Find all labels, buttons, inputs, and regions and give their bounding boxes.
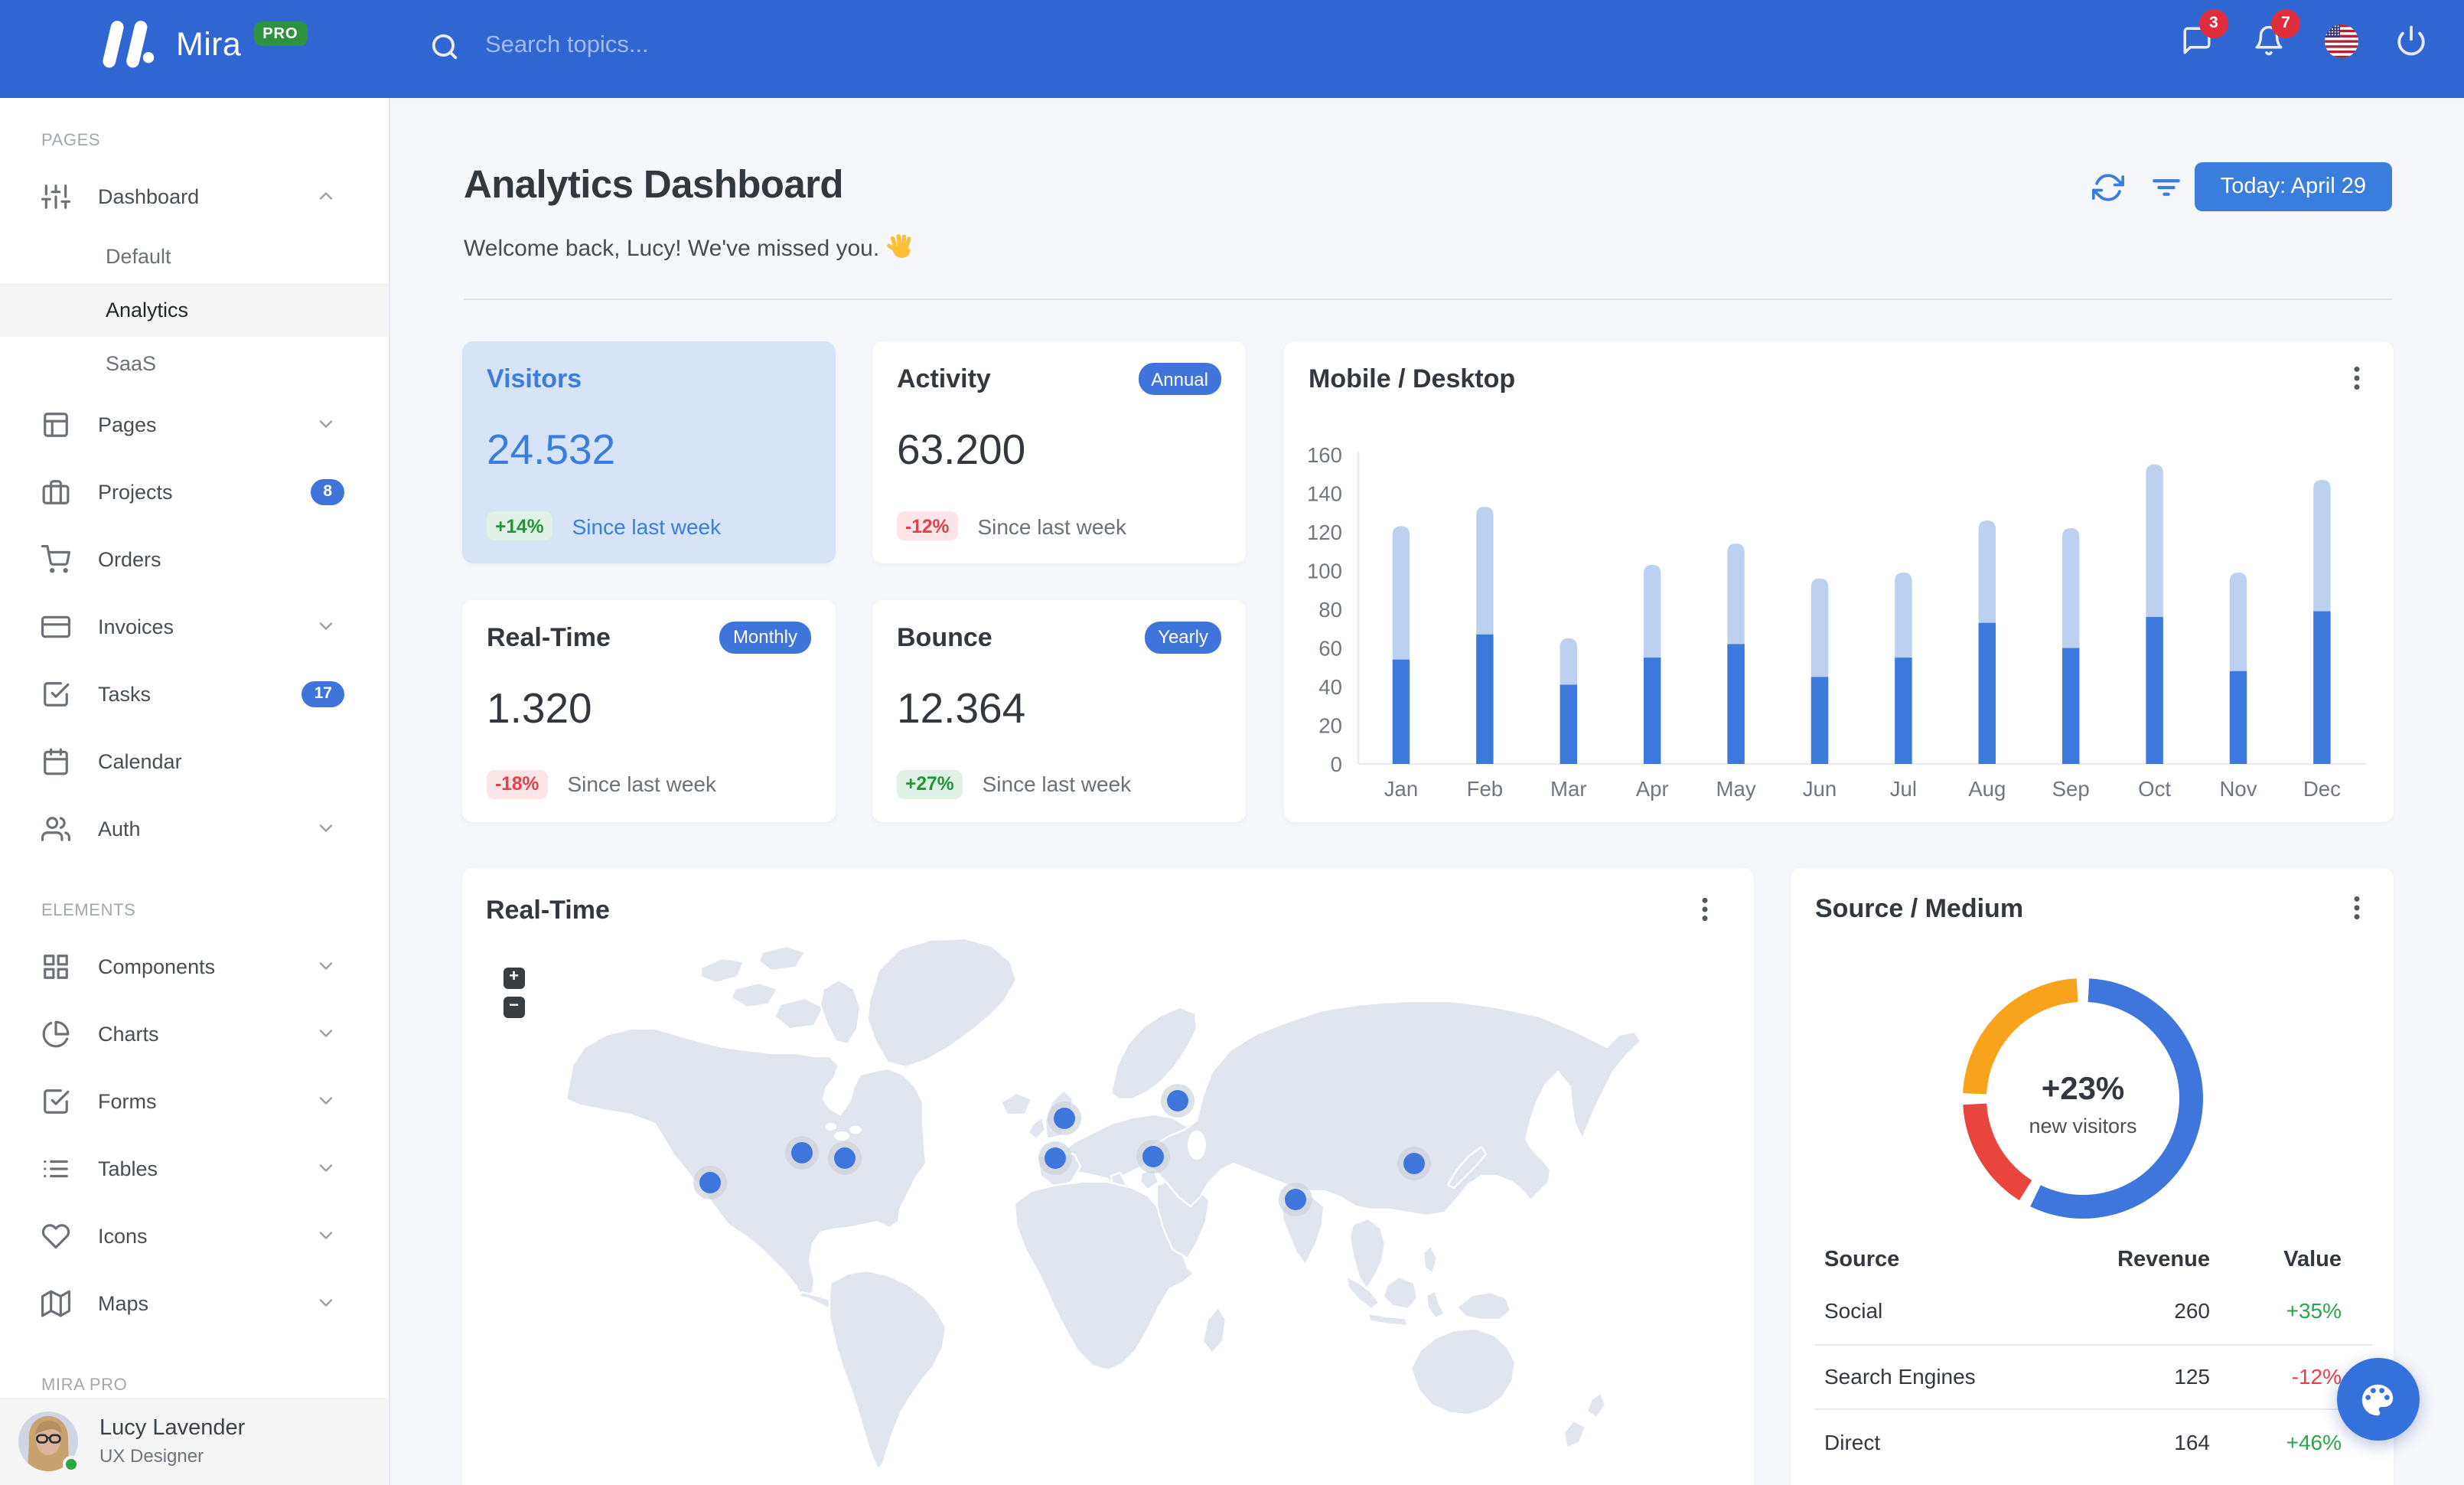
svg-text:Jun: Jun	[1802, 777, 1837, 801]
svg-text:Jul: Jul	[1889, 777, 1916, 801]
svg-text:Oct: Oct	[2137, 777, 2170, 801]
svg-text:20: 20	[1318, 714, 1341, 738]
svg-text:Sep: Sep	[2052, 777, 2089, 801]
svg-text:Apr: Apr	[1635, 777, 1668, 801]
svg-text:0: 0	[1330, 752, 1341, 776]
svg-text:Nov: Nov	[2218, 777, 2256, 801]
svg-text:May: May	[1716, 777, 1755, 801]
svg-text:Feb: Feb	[1466, 777, 1503, 801]
svg-text:Mar: Mar	[1550, 777, 1586, 801]
svg-text:100: 100	[1306, 560, 1341, 583]
svg-text:80: 80	[1318, 598, 1341, 622]
svg-text:160: 160	[1306, 443, 1341, 467]
svg-text:40: 40	[1318, 675, 1341, 699]
svg-text:120: 120	[1306, 521, 1341, 544]
svg-text:60: 60	[1318, 637, 1341, 661]
svg-text:Aug: Aug	[1967, 777, 2005, 801]
svg-text:140: 140	[1306, 482, 1341, 506]
svg-text:Jan: Jan	[1384, 777, 1418, 801]
svg-text:Dec: Dec	[2303, 777, 2340, 801]
